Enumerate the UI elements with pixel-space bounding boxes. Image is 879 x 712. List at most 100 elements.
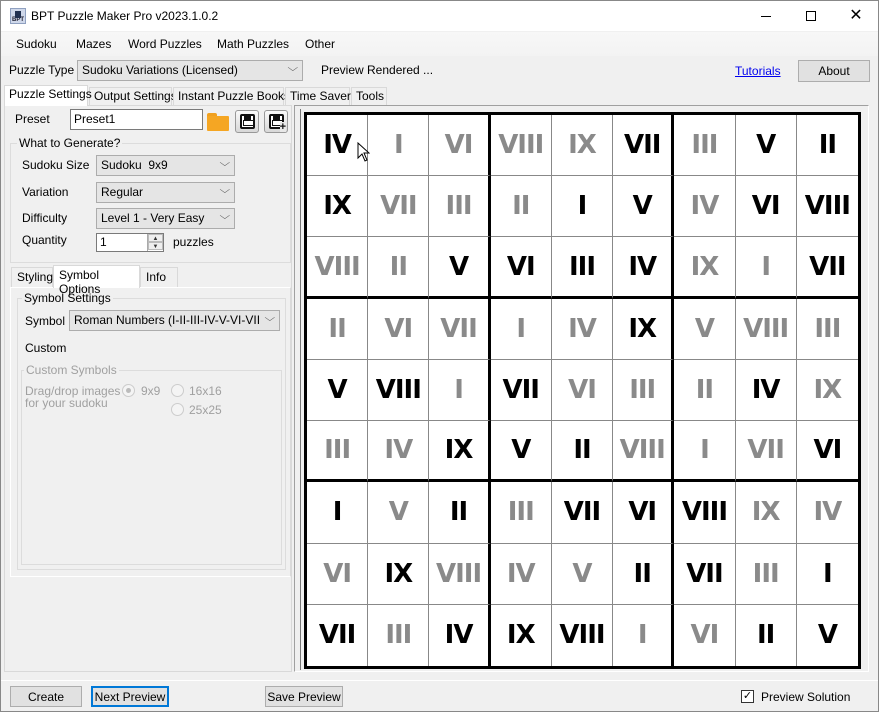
folder-body — [207, 116, 229, 131]
sudoku-cell: IV — [490, 543, 552, 605]
difficulty-value: Level 1 - Very Easy — [101, 211, 205, 225]
next-preview-button[interactable]: Next Preview — [91, 686, 169, 707]
sudoku-cell: I — [490, 298, 552, 360]
sudoku-cell: I — [551, 176, 614, 238]
sudoku-cell: VI — [368, 298, 430, 360]
puzzle-type-select[interactable]: Sudoku Variations (Licensed) ⌵ — [77, 60, 303, 81]
about-button[interactable]: About — [798, 60, 870, 82]
preview-solution-checkbox[interactable]: ✓ — [741, 690, 754, 703]
sudoku-cell: III — [368, 604, 430, 666]
radio-9x9-label: 9x9 — [141, 384, 161, 398]
plus-icon: + — [279, 121, 286, 133]
difficulty-label: Difficulty — [22, 211, 68, 225]
tab-time-saver[interactable]: Time Saver — [285, 87, 351, 105]
sudoku-cell: VII — [674, 543, 736, 605]
sudoku-cell: VI — [490, 237, 552, 299]
sudoku-grid: IV I VI VIII IX VII III V II IX VII III II I V IV VI VIII… — [304, 112, 861, 669]
menu-word-puzzles[interactable]: Word Puzzles — [128, 37, 202, 51]
puzzle-type-label: Puzzle Type — [9, 63, 75, 77]
sudoku-cell: VI — [796, 421, 858, 483]
variation-value: Regular — [101, 185, 144, 199]
sudoku-cell: II — [429, 482, 491, 544]
minimize-button[interactable] — [743, 1, 789, 31]
symbol-select[interactable]: Roman Numbers (I-II-III-IV-V-VI-VII-VIII… — [69, 310, 280, 331]
quantity-spinner[interactable]: ▲ ▼ — [147, 234, 163, 251]
sudoku-cell: IV — [674, 176, 736, 238]
radio-16x16[interactable] — [171, 384, 184, 397]
sudoku-cell: V — [551, 543, 614, 605]
spin-up-icon[interactable]: ▲ — [148, 234, 163, 242]
subtab-symbol-options[interactable]: Symbol Options — [53, 265, 140, 296]
sudoku-cell: III — [613, 359, 675, 422]
sudoku-cell: VI — [674, 604, 736, 666]
sudoku-cell: I — [368, 115, 430, 177]
minimize-icon — [761, 15, 771, 17]
tab-tools[interactable]: Tools — [351, 87, 387, 105]
sudoku-cell: I — [796, 544, 858, 605]
menu-other[interactable]: Other — [305, 37, 335, 51]
sudoku-cell: VIII — [674, 482, 736, 544]
subtab-info[interactable]: Info — [140, 267, 178, 287]
sudoku-size-value: Sudoku 9x9 — [101, 158, 168, 172]
sudoku-cell: IX — [429, 421, 491, 483]
sudoku-cell: IV — [735, 359, 797, 422]
sudoku-cell: V — [735, 115, 797, 177]
sudoku-cell: V — [307, 359, 369, 422]
subtab-styling[interactable]: Styling — [11, 267, 53, 287]
variation-select[interactable]: Regular ⌵ — [96, 182, 235, 203]
sudoku-size-select[interactable]: Sudoku 9x9 ⌵ — [96, 155, 235, 176]
sudoku-cell: VIII — [307, 237, 369, 299]
app-logo-icon: BPT — [10, 8, 26, 24]
sudoku-cell: II — [307, 298, 369, 360]
sudoku-cell: VII — [735, 421, 797, 483]
puzzle-type-row: Puzzle Type Sudoku Variations (Licensed)… — [1, 57, 878, 85]
maximize-icon — [806, 11, 816, 21]
sudoku-cell: VIII — [490, 115, 552, 177]
save-preset-button[interactable] — [235, 110, 259, 133]
preset-input[interactable]: Preset1 — [70, 109, 203, 130]
cursor-arrow-icon — [357, 142, 370, 162]
sudoku-cell: IX — [491, 604, 552, 666]
save-preset-as-button[interactable]: + — [264, 110, 288, 133]
tutorials-link[interactable]: Tutorials — [735, 64, 781, 78]
title-bar: BPT BPT Puzzle Maker Pro v2023.1.0.2 ✕ — [1, 1, 878, 31]
sudoku-cell: IV — [796, 482, 858, 544]
difficulty-select[interactable]: Level 1 - Very Easy ⌵ — [96, 208, 235, 229]
checkmark-icon: ✓ — [742, 690, 753, 702]
sudoku-cell: VII — [796, 237, 858, 299]
sudoku-cell: IX — [674, 237, 736, 299]
quantity-value: 1 — [100, 235, 107, 249]
sudoku-cell: VIII — [735, 298, 797, 360]
close-icon: ✕ — [849, 7, 863, 24]
radio-9x9[interactable] — [122, 384, 135, 397]
maximize-button[interactable] — [788, 1, 834, 31]
close-button[interactable]: ✕ — [833, 1, 879, 31]
tab-output-settings[interactable]: Output Settings — [89, 87, 177, 105]
custom-label: Custom — [25, 341, 67, 355]
create-button[interactable]: Create — [10, 686, 82, 707]
spin-down-icon[interactable]: ▼ — [148, 242, 163, 250]
sudoku-cell: II — [674, 359, 736, 422]
sudoku-cell: I — [307, 482, 369, 544]
tab-instant-puzzle-books[interactable]: Instant Puzzle Books — [173, 87, 290, 105]
what-to-generate-title: What to Generate? — [17, 136, 123, 150]
menu-mazes[interactable]: Mazes — [76, 37, 111, 51]
sudoku-cell: I — [674, 421, 736, 483]
chevron-down-icon: ⌵ — [219, 158, 231, 169]
menu-math-puzzles[interactable]: Math Puzzles — [217, 37, 289, 51]
sudoku-cell: IV — [551, 298, 614, 360]
sudoku-cell: III — [674, 115, 736, 177]
menu-sudoku[interactable]: Sudoku — [16, 37, 57, 51]
sudoku-cell: I — [735, 237, 797, 299]
sudoku-cell: VII — [368, 176, 430, 238]
sudoku-cell: II — [368, 237, 430, 299]
sudoku-cell: III — [551, 237, 614, 299]
sudoku-cell: III — [735, 543, 797, 605]
tab-puzzle-settings[interactable]: Puzzle Settings — [4, 85, 92, 106]
sudoku-cell: IX — [735, 482, 797, 544]
sudoku-cell: VI — [613, 482, 675, 544]
radio-25x25[interactable] — [171, 403, 184, 416]
save-preview-button[interactable]: Save Preview — [265, 686, 343, 707]
open-preset-button[interactable] — [206, 110, 230, 133]
sudoku-cell: V — [429, 237, 491, 299]
